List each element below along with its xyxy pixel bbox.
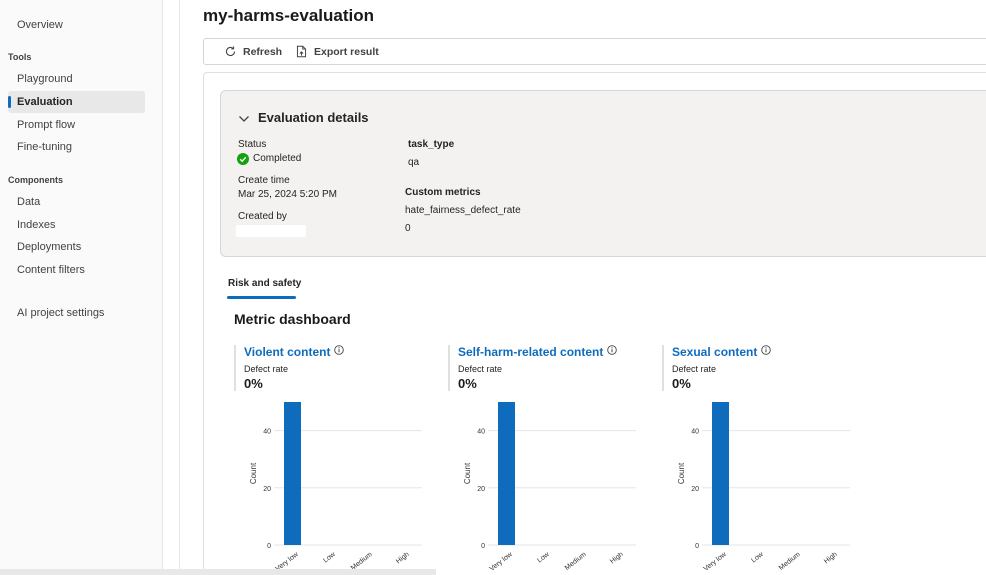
metric-divider (448, 345, 450, 391)
sidebar-item-ai-project-settings[interactable]: AI project settings (8, 302, 145, 324)
sidebar: Overview Tools Playground Evaluation Pro… (0, 0, 163, 575)
sidebar-section-tools: Tools (8, 52, 32, 62)
metric-title-text[interactable]: Self-harm-related content (458, 345, 603, 359)
info-icon[interactable] (607, 345, 618, 355)
x-tick-label: Very low (489, 550, 515, 572)
sidebar-item-overview[interactable]: Overview (8, 14, 145, 36)
check-circle-icon (237, 153, 249, 165)
metric-title-sexual[interactable]: Sexual content (672, 345, 772, 359)
custom-metric-name: hate_fairness_defect_rate (405, 205, 521, 216)
toolbar: Refresh Export result (203, 38, 986, 65)
bar (498, 402, 515, 545)
info-icon[interactable] (334, 345, 345, 355)
created-by-value-redacted (236, 225, 306, 237)
sexual-content-chart: 0 20 40 Count Very low Low Medium High (677, 402, 850, 573)
defect-rate-label: Defect rate (244, 364, 289, 374)
y-tick-label: 40 (263, 429, 271, 436)
custom-metrics-label: Custom metrics (405, 187, 481, 198)
sidebar-item-playground[interactable]: Playground (8, 68, 145, 90)
metric-divider (662, 345, 664, 391)
y-axis-label: Count (249, 462, 258, 484)
defect-rate-value: 0% (244, 376, 263, 391)
y-tick-label: 40 (691, 429, 699, 436)
metric-title-text[interactable]: Sexual content (672, 345, 757, 359)
status-label: Status (238, 139, 267, 150)
y-tick-label: 0 (695, 543, 699, 550)
y-axis-label: Count (463, 462, 472, 484)
metric-title-violent[interactable]: Violent content (244, 345, 345, 359)
defect-rate-value: 0% (458, 376, 477, 391)
export-result-button[interactable]: Export result (295, 39, 379, 64)
bar (284, 402, 301, 545)
tab-active-indicator (227, 296, 296, 299)
sidebar-gutter (163, 0, 180, 575)
y-tick-label: 20 (477, 486, 485, 493)
defect-rate-label: Defect rate (458, 364, 503, 374)
y-tick-label: 0 (481, 543, 485, 550)
x-tick-label: Medium (564, 551, 588, 572)
custom-metric-value: 0 (405, 223, 411, 234)
metric-title-self-harm[interactable]: Self-harm-related content (458, 345, 618, 359)
evaluation-details-title[interactable]: Evaluation details (258, 110, 369, 125)
sidebar-item-evaluation[interactable]: Evaluation (8, 91, 145, 113)
sidebar-item-data[interactable]: Data (8, 191, 145, 213)
x-tick-label: Low (322, 550, 337, 564)
refresh-icon (225, 46, 236, 57)
x-tick-label: Very low (703, 550, 729, 572)
sidebar-section-components: Components (8, 175, 63, 185)
refresh-label: Refresh (243, 45, 283, 58)
x-tick-label: High (823, 551, 839, 565)
violent-content-chart: 02040CountVery low Low Medium High (249, 402, 422, 573)
metric-title-text[interactable]: Violent content (244, 345, 330, 359)
created-by-label: Created by (238, 211, 287, 222)
sidebar-item-deployments[interactable]: Deployments (8, 236, 145, 258)
export-icon (296, 45, 307, 58)
x-tick-label: High (609, 551, 625, 565)
x-tick-label: Medium (778, 551, 802, 572)
metric-divider (234, 345, 236, 391)
status-value: Completed (253, 153, 302, 164)
sidebar-item-content-filters[interactable]: Content filters (8, 259, 145, 281)
y-tick-label: 0 (267, 543, 271, 550)
self-harm-content-chart: 0 20 40 Count Very low Low Medium High (463, 402, 636, 573)
chevron-down-icon[interactable] (238, 114, 250, 124)
horizontal-scrollbar[interactable] (0, 569, 436, 575)
page-title: my-harms-evaluation (203, 6, 374, 25)
sidebar-item-fine-tuning[interactable]: Fine-tuning (8, 136, 145, 158)
metric-dashboard-title: Metric dashboard (234, 311, 351, 327)
x-tick-label: High (395, 551, 411, 565)
x-tick-label: Low (536, 550, 551, 564)
refresh-button[interactable]: Refresh (224, 39, 282, 64)
task-type-value: qa (408, 157, 420, 168)
defect-rate-value: 0% (672, 376, 691, 391)
sidebar-item-prompt-flow[interactable]: Prompt flow (8, 114, 145, 136)
y-tick-label: 40 (477, 429, 485, 436)
x-tick-label: Low (750, 550, 765, 564)
sidebar-item-indexes[interactable]: Indexes (8, 214, 145, 236)
defect-rate-label: Defect rate (672, 364, 717, 374)
tab-risk-and-safety[interactable]: Risk and safety (228, 278, 301, 289)
y-tick-label: 20 (691, 486, 699, 493)
export-result-label: Export result (314, 45, 379, 58)
create-time-value: Mar 25, 2024 5:20 PM (238, 189, 337, 200)
y-axis-label: Count (677, 462, 686, 484)
info-icon[interactable] (761, 345, 772, 355)
bar (712, 402, 729, 545)
create-time-label: Create time (238, 175, 290, 186)
y-tick-label: 20 (263, 486, 271, 493)
task-type-label: task_type (408, 139, 455, 150)
